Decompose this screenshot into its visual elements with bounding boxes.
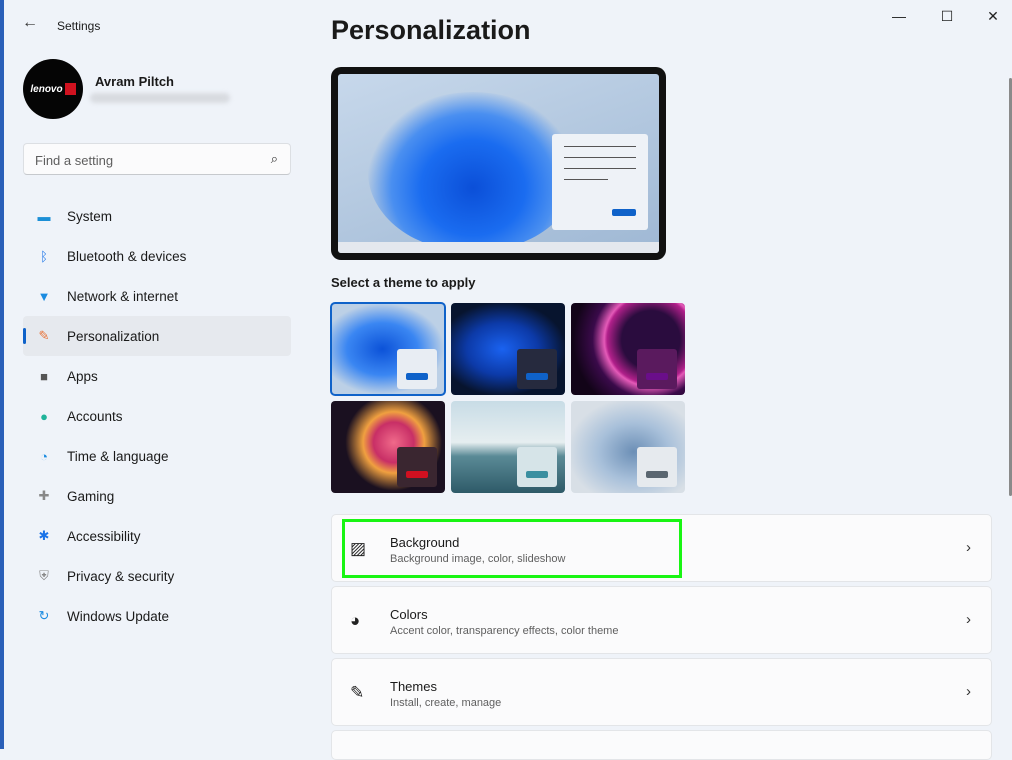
card-title: Background [390,535,460,550]
theme-windows-dark[interactable] [451,303,565,395]
sidebar-item-windows-update[interactable]: ↻ Windows Update [23,596,291,636]
sidebar-item-gaming[interactable]: ✚ Gaming [23,476,291,516]
card-colors[interactable]: ◕ Colors Accent color, transparency effect… [331,586,992,654]
sidebar-item-accessibility[interactable]: ✱ Accessibility [23,516,291,556]
brush-icon: ✎ [350,683,365,702]
theme-sunrise[interactable] [451,401,565,493]
theme-grid [330,302,685,493]
chevron-right-icon: › [966,539,971,556]
sidebar-item-personalization[interactable]: ✎ Personalization [23,316,291,356]
bluetooth-icon: ᛒ [40,248,48,264]
sidebar-item-apps[interactable]: ■ Apps [23,356,291,396]
sidebar-item-label: Accessibility [67,528,141,544]
preview-dialog [552,134,648,230]
user-name: Avram Piltch [95,74,174,89]
card-title: Colors [390,607,428,622]
page-title: Personalization [331,15,531,45]
card-subtitle: Background image, color, slideshow [390,553,566,565]
sidebar-item-label: Apps [67,368,98,384]
chevron-right-icon: › [966,611,971,628]
close-button[interactable]: ✕ [978,8,1008,30]
maximize-button[interactable]: ☐ [932,8,962,30]
minimize-button[interactable]: — [884,8,914,30]
sidebar-item-label: Windows Update [67,608,170,624]
avatar-logo: lenovo [30,83,63,95]
sidebar-item-label: Privacy & security [67,568,175,584]
card-subtitle: Accent color, transparency effects, colo… [390,625,619,637]
image-icon: ▨ [350,539,367,558]
gamepad-icon: ✚ [38,488,50,503]
sidebar-item-accounts[interactable]: ● Accounts [23,396,291,436]
card-background[interactable]: ▨ Background Background image, color, slid… [331,514,992,582]
brush-icon: ✎ [38,328,50,343]
app-title: Settings [57,19,101,33]
search-input[interactable]: Find a setting ⌕ [23,143,291,175]
sidebar-item-privacy-security[interactable]: ⛨ Privacy & security [23,556,291,596]
person-icon: ● [40,408,48,424]
shield-icon: ⛨ [39,568,49,583]
sidebar-item-label: Bluetooth & devices [67,248,187,264]
sidebar-item-bluetooth-devices[interactable]: ᛒ Bluetooth & devices [23,236,291,276]
sidebar-item-time-language[interactable]: ◔ Time & language [23,436,291,476]
theme-glow[interactable] [571,303,685,395]
sidebar-item-label: System [67,208,113,224]
back-button[interactable]: ← [22,14,38,32]
accessibility-icon: ✱ [38,528,50,543]
wifi-icon: ▼ [37,288,51,304]
sidebar-item-label: Time & language [67,448,169,464]
theme-windows-light[interactable] [330,302,446,396]
clock-globe-icon: ◔ [40,448,48,464]
theme-label: Select a theme to apply [331,275,476,290]
next-card-partial[interactable] [331,730,992,760]
chevron-right-icon: › [966,683,971,700]
sidebar-item-label: Gaming [67,488,115,504]
settings-cards: ▨ Background Background image, color, slid… [331,514,992,730]
search-placeholder: Find a setting [35,153,114,168]
settings-window: ← Settings — ☐ ✕ lenovo Avram Piltch Fin… [0,0,1012,760]
sidebar-item-network-internet[interactable]: ▼ Network & internet [23,276,291,316]
monitor-icon: ▬ [37,208,51,224]
theme-flow[interactable] [571,401,685,493]
sidebar-item-system[interactable]: ▬ System [23,196,291,236]
sidebar-item-label: Personalization [67,328,160,344]
sidebar-item-label: Network & internet [67,288,179,304]
card-themes[interactable]: ✎ Themes Install, create, manage › [331,658,992,726]
card-title: Themes [390,679,437,694]
avatar[interactable]: lenovo [23,59,83,119]
sidebar-item-label: Accounts [67,408,123,424]
theme-preview [331,67,666,260]
palette-icon: ◕ [350,611,361,630]
update-icon: ↻ [38,608,50,623]
apps-icon: ■ [40,368,48,384]
card-subtitle: Install, create, manage [390,697,502,709]
search-icon: ⌕ [270,151,278,166]
sidebar-nav: ▬ System ᛒ Bluetooth & devices ▼ Network & in… [23,196,291,636]
theme-captured-motion[interactable] [331,401,445,493]
user-email-blurred [90,93,230,103]
